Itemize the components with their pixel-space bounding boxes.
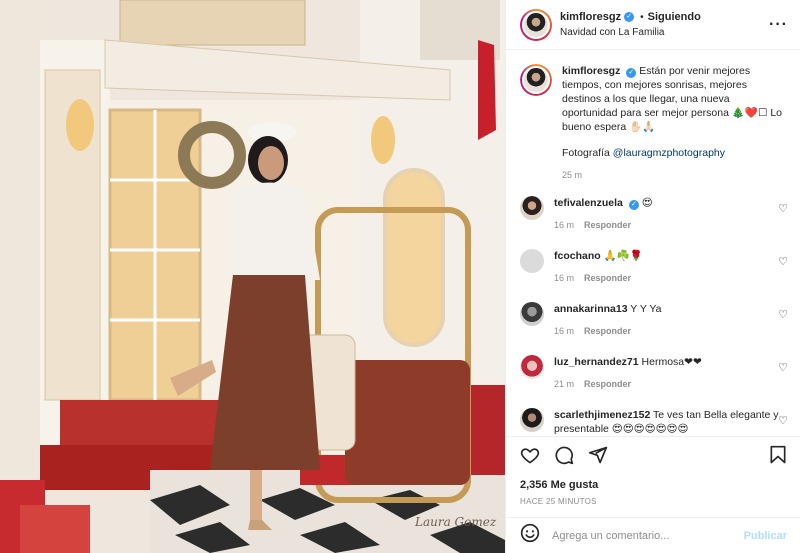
comment-username[interactable]: fcochano bbox=[554, 250, 601, 262]
comment-row: annakarinna13 Y Y Ya 16 m Responder ♡ bbox=[520, 302, 788, 338]
share-icon[interactable] bbox=[588, 445, 608, 470]
separator-dot: • bbox=[640, 11, 644, 23]
comment-username[interactable]: luz_hernandez71 bbox=[554, 356, 639, 368]
author-username[interactable]: kimfloresgz bbox=[560, 10, 621, 25]
photographer-watermark: Laura Gomez bbox=[415, 515, 497, 529]
reply-button[interactable]: Responder bbox=[584, 218, 631, 232]
like-comment-heart-icon[interactable]: ♡ bbox=[778, 361, 788, 374]
comment-username[interactable]: tefivalenzuela bbox=[554, 197, 623, 209]
comment-username[interactable]: annakarinna13 bbox=[554, 303, 628, 315]
heart-icon[interactable] bbox=[520, 445, 540, 470]
following-button[interactable]: Siguiendo bbox=[648, 10, 701, 25]
like-comment-heart-icon[interactable]: ♡ bbox=[778, 308, 788, 321]
post-dialog: Laura Gomez kimfloresgz ✓ • Siguiendo Na… bbox=[0, 0, 800, 553]
post-timestamp[interactable]: HACE 25 MINUTOS bbox=[520, 497, 787, 506]
comment-avatar[interactable] bbox=[520, 196, 544, 220]
comment-text: 😍 bbox=[641, 197, 653, 209]
post-header: kimfloresgz ✓ • Siguiendo Navidad con La… bbox=[506, 0, 800, 50]
photo-illustration bbox=[0, 0, 505, 553]
verified-badge-icon: ✓ bbox=[624, 12, 635, 22]
comment-row: fcochano 🙏☘️🌹 16 m Responder ♡ bbox=[520, 249, 788, 285]
comment-row: tefivalenzuela ✓ 😍 16 m Responder ♡ bbox=[520, 196, 788, 232]
likes-count[interactable]: 2,356 Me gusta bbox=[520, 479, 787, 491]
like-comment-heart-icon[interactable]: ♡ bbox=[778, 414, 788, 427]
reply-button[interactable]: Responder bbox=[584, 324, 631, 338]
like-comment-heart-icon[interactable]: ♡ bbox=[778, 255, 788, 268]
comment-avatar[interactable] bbox=[520, 249, 544, 273]
post-caption: kimfloresgz ✓ Están por venir mejores ti… bbox=[520, 64, 788, 182]
comment-avatar[interactable] bbox=[520, 302, 544, 326]
caption-timestamp[interactable]: 25 m bbox=[562, 168, 582, 182]
comment-row: scarlethjimenez152 Te ves tan Bella eleg… bbox=[520, 408, 788, 436]
comment-username[interactable]: scarlethjimenez152 bbox=[554, 409, 650, 421]
more-options-icon[interactable]: ··· bbox=[769, 16, 788, 34]
bookmark-icon[interactable] bbox=[769, 445, 787, 470]
comment-text: 🙏☘️🌹 bbox=[603, 250, 643, 262]
photographer-link[interactable]: @lauragmzphotography bbox=[613, 147, 725, 159]
comment-text: Y Y Ya bbox=[630, 303, 662, 315]
author-avatar[interactable] bbox=[520, 8, 552, 41]
comment-avatar[interactable] bbox=[520, 355, 544, 379]
caption-username[interactable]: kimfloresgz bbox=[562, 65, 620, 77]
add-comment-bar: Publicar bbox=[506, 517, 800, 553]
comment-time[interactable]: 16 m bbox=[554, 271, 574, 285]
caption-avatar[interactable] bbox=[520, 64, 552, 96]
reply-button[interactable]: Responder bbox=[584, 271, 631, 285]
publish-button[interactable]: Publicar bbox=[744, 530, 787, 542]
post-location[interactable]: Navidad con La Familia bbox=[560, 25, 701, 40]
emoji-icon[interactable] bbox=[520, 523, 540, 548]
comments-list[interactable]: kimfloresgz ✓ Están por venir mejores ti… bbox=[506, 50, 800, 436]
verified-badge-icon: ✓ bbox=[626, 68, 637, 78]
comment-avatar[interactable] bbox=[520, 408, 544, 432]
comment-time[interactable]: 16 m bbox=[554, 218, 574, 232]
comment-input[interactable] bbox=[552, 529, 744, 542]
comment-icon[interactable] bbox=[554, 445, 574, 470]
post-actions: 2,356 Me gusta HACE 25 MINUTOS bbox=[506, 436, 800, 516]
comment-row: luz_hernandez71 Hermosa❤❤ 21 m Responder… bbox=[520, 355, 788, 391]
comment-time[interactable]: 16 m bbox=[554, 324, 574, 338]
reply-button[interactable]: Responder bbox=[584, 377, 631, 391]
like-comment-heart-icon[interactable]: ♡ bbox=[778, 202, 788, 215]
comment-time[interactable]: 21 m bbox=[554, 377, 574, 391]
verified-badge-icon: ✓ bbox=[628, 200, 639, 210]
post-photo[interactable]: Laura Gomez bbox=[0, 0, 505, 553]
credit-prefix: Fotografía bbox=[562, 147, 613, 159]
comment-text: Hermosa❤❤ bbox=[641, 356, 702, 368]
post-side-panel: kimfloresgz ✓ • Siguiendo Navidad con La… bbox=[505, 0, 800, 553]
